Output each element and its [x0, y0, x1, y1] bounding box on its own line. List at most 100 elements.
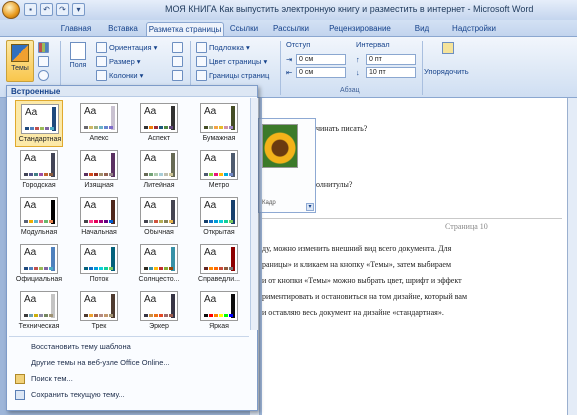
- vertical-scrollbar[interactable]: [567, 98, 577, 415]
- theme-color-swatch: [29, 173, 33, 176]
- theme-color-swatch: [104, 220, 108, 223]
- theme-preview: Aa: [20, 291, 58, 321]
- theme-name: Трек: [91, 323, 107, 330]
- theme-font-sample: Aa: [204, 200, 217, 211]
- theme-color-swatch: [229, 314, 233, 317]
- sunflower-image[interactable]: [262, 124, 298, 168]
- more-themes-online-item[interactable]: Другие темы на веб-узле Office Online...: [31, 358, 170, 367]
- tab-add-ins[interactable]: Надстройки: [448, 22, 500, 36]
- theme-color-swatch: [154, 220, 158, 223]
- theme-color-swatch: [144, 173, 148, 176]
- theme-color-swatch: [164, 314, 168, 317]
- page-borders-button[interactable]: Границы страниц: [196, 70, 269, 81]
- theme-item[interactable]: Aa Изящная: [75, 147, 123, 194]
- doc-line: раницы» и кликаем на кнопку «Темы», зате…: [262, 260, 452, 269]
- hyphenation-button[interactable]: [172, 70, 183, 81]
- theme-colors-button[interactable]: [38, 42, 49, 53]
- theme-color-swatch: [149, 173, 153, 176]
- theme-name: Обычная: [144, 229, 174, 236]
- theme-item[interactable]: Aa Обычная: [135, 194, 183, 241]
- menu-separator: [9, 336, 249, 337]
- theme-color-swatch: [40, 127, 44, 130]
- theme-color-swatch: [84, 126, 88, 129]
- theme-item[interactable]: Aa Солнцесто...: [135, 241, 183, 288]
- tab-references[interactable]: Ссылки: [226, 22, 262, 36]
- page-color-button[interactable]: Цвет страницы ▾: [196, 56, 267, 67]
- watermark-button[interactable]: Подложка ▾: [196, 42, 250, 53]
- office-button[interactable]: [2, 1, 20, 19]
- theme-color-swatch: [84, 173, 88, 176]
- orientation-button[interactable]: Ориентация ▾: [96, 42, 157, 53]
- theme-name: Модульная: [20, 229, 58, 236]
- indent-right-field[interactable]: 0 см: [296, 67, 346, 78]
- theme-color-swatch: [149, 220, 153, 223]
- browse-themes-item[interactable]: Поиск тем...: [31, 374, 73, 383]
- page-number: Страница 10: [445, 222, 488, 231]
- themes-button[interactable]: Темы: [6, 40, 34, 82]
- themes-icon: [11, 44, 29, 62]
- columns-icon: [96, 70, 107, 81]
- theme-color-swatch: [34, 173, 38, 176]
- theme-item[interactable]: Aa Техническая: [15, 288, 63, 335]
- line-numbers-button[interactable]: [172, 56, 183, 67]
- theme-effects-button[interactable]: [38, 70, 49, 81]
- theme-color-swatch: [219, 220, 223, 223]
- undo-icon[interactable]: ↶: [40, 3, 53, 16]
- theme-fonts-button[interactable]: [38, 56, 49, 67]
- indent-right-icon: ⇤: [286, 68, 293, 77]
- theme-item[interactable]: Aa Бумажная: [195, 100, 243, 147]
- theme-item[interactable]: Aa Стандартная: [15, 100, 63, 147]
- theme-item[interactable]: Aa Яркая: [195, 288, 243, 335]
- theme-item[interactable]: Aa Эркер: [135, 288, 183, 335]
- theme-item[interactable]: Aa Открытая: [195, 194, 243, 241]
- indent-left-field[interactable]: 0 см: [296, 54, 346, 65]
- theme-preview: Aa: [20, 197, 58, 227]
- theme-color-swatch: [149, 314, 153, 317]
- breaks-button[interactable]: [172, 42, 183, 53]
- theme-item[interactable]: Aa Аспект: [135, 100, 183, 147]
- tab-view[interactable]: Вид: [410, 22, 434, 36]
- margins-button[interactable]: Поля: [66, 40, 90, 82]
- tab-home[interactable]: Главная: [52, 22, 100, 36]
- theme-color-swatch: [39, 314, 43, 317]
- theme-color-swatch: [149, 126, 153, 129]
- theme-item[interactable]: Aa Справедли...: [195, 241, 243, 288]
- theme-item[interactable]: Aa Модульная: [15, 194, 63, 241]
- columns-button[interactable]: Колонки ▾: [96, 70, 143, 81]
- reset-theme-item[interactable]: Восстановить тему шаблона: [31, 342, 131, 351]
- theme-color-swatch: [109, 220, 113, 223]
- frame-label: Кадр: [262, 200, 276, 206]
- theme-item[interactable]: Aa Официальная: [15, 241, 63, 288]
- tab-page-layout[interactable]: Разметка страницы: [146, 22, 224, 36]
- theme-item[interactable]: Aa Литейная: [135, 147, 183, 194]
- title-bar: ▪ ↶ ↷ ▾ МОЯ КНИГА Как выпустить электрон…: [0, 0, 577, 20]
- save-current-theme-item[interactable]: Сохранить текущую тему...: [31, 390, 125, 399]
- gallery-scrollbar[interactable]: [250, 98, 258, 330]
- theme-item[interactable]: Aa Трек: [75, 288, 123, 335]
- theme-color-swatch: [109, 173, 113, 176]
- tab-review[interactable]: Рецензирование: [320, 22, 400, 36]
- theme-font-sample: Aa: [24, 153, 37, 164]
- theme-item[interactable]: Aa Поток: [75, 241, 123, 288]
- margins-icon: [70, 42, 86, 60]
- theme-item[interactable]: Aa Городская: [15, 147, 63, 194]
- save-icon[interactable]: ▪: [24, 3, 37, 16]
- theme-item[interactable]: Aa Метро: [195, 147, 243, 194]
- tab-mailings[interactable]: Рассылки: [268, 22, 314, 36]
- theme-item[interactable]: Aa Начальная: [75, 194, 123, 241]
- theme-color-swatch: [109, 267, 113, 270]
- size-button[interactable]: Размер ▾: [96, 56, 141, 67]
- spacing-before-icon: ↑: [356, 55, 360, 64]
- theme-item[interactable]: Aa Апекс: [75, 100, 123, 147]
- spacing-after-field[interactable]: 10 пт: [366, 67, 416, 78]
- redo-icon[interactable]: ↷: [56, 3, 69, 16]
- customize-icon[interactable]: ▾: [72, 3, 85, 16]
- theme-color-swatch: [94, 267, 98, 270]
- theme-color-swatch: [84, 314, 88, 317]
- spacing-before-field[interactable]: 0 пт: [366, 54, 416, 65]
- tab-insert[interactable]: Вставка: [100, 22, 146, 36]
- theme-color-swatch: [154, 267, 158, 270]
- frame-scroll-down-icon[interactable]: ▾: [306, 203, 314, 211]
- line-numbers-icon: [172, 56, 183, 67]
- group-separator: [422, 41, 423, 95]
